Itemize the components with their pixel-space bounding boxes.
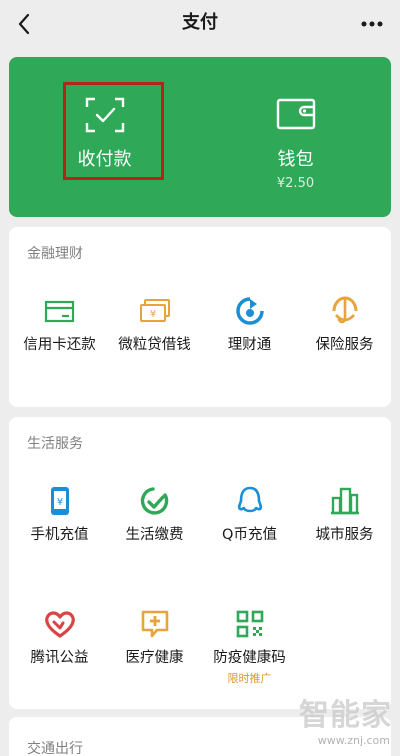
health-code-button[interactable]: 防疫健康码 限时推广 [202,606,297,690]
tencent-charity-label: 腾讯公益 [30,650,89,666]
collect-pay-label: 收付款 [77,149,132,170]
transport-title: 交通出行 [27,741,83,756]
pay-card: 收付款 钱包 ¥2.50 [9,57,391,217]
svg-text:¥: ¥ [149,309,155,320]
scan-check-icon [85,97,125,137]
city-icon [327,483,363,519]
medical-health-label: 医疗健康 [125,650,184,666]
watermark-url: www.znj.com [317,734,390,747]
mobile-topup-label: 手机充值 [30,527,89,543]
qcoin-topup-label: Q币充值 [222,527,277,543]
insurance-button[interactable]: 保险服务 [297,293,392,363]
page-title: 支付 [182,12,218,33]
licaitong-label: 理财通 [227,337,272,353]
utility-bills-label: 生活缴费 [125,527,184,543]
wealth-icon [232,293,268,329]
finance-panel: 金融理财 信用卡还款 ¥ 微粒贷借钱 理财通 保险服务 [9,227,391,407]
watermark-logo: 智能家 www.znj.com [290,698,400,756]
weilidai-label: 微粒贷借钱 [118,337,191,353]
wallet-icon [276,97,316,135]
credit-card-repay-button[interactable]: 信用卡还款 [12,293,107,363]
more-dots-icon[interactable] [358,12,386,36]
insurance-label: 保险服务 [315,337,374,353]
city-services-label: 城市服务 [315,527,374,543]
phone-icon: ¥ [42,483,78,519]
wallet-button[interactable]: 钱包 ¥2.50 [200,57,391,217]
wallet-label: 钱包 [277,149,314,170]
mobile-topup-button[interactable]: ¥ 手机充值 [12,483,107,553]
watermark-brand: 智能家 [299,698,392,733]
wallet-balance: ¥2.50 [276,176,315,191]
utility-bills-button[interactable]: 生活缴费 [107,483,202,553]
top-bar: 支付 [0,0,400,48]
credit-card-repay-label: 信用卡还款 [23,337,96,353]
credit-card-icon [42,293,78,329]
health-code-label: 防疫健康码 [213,650,286,666]
weilidai-button[interactable]: ¥ 微粒贷借钱 [107,293,202,363]
qcoin-topup-button[interactable]: Q币充值 [202,483,297,553]
collect-pay-button[interactable]: 收付款 [9,57,200,217]
promo-tag: 限时推广 [227,672,272,685]
cash-icon: ¥ [137,293,173,329]
bill-check-icon [137,483,173,519]
life-title: 生活服务 [27,436,83,452]
umbrella-icon [327,293,363,329]
qr-code-icon [232,606,268,642]
qq-icon [232,483,268,519]
medical-health-button[interactable]: 医疗健康 [107,606,202,676]
tencent-charity-button[interactable]: 腾讯公益 [12,606,107,676]
svg-text:¥: ¥ [56,497,62,508]
city-services-button[interactable]: 城市服务 [297,483,392,553]
medical-icon [137,606,173,642]
life-panel: 生活服务 ¥ 手机充值 生活缴费 Q币充值 城市服务 腾讯公益 医疗健康 防疫健… [9,417,391,709]
charity-heart-icon [42,606,78,642]
licaitong-button[interactable]: 理财通 [202,293,297,363]
finance-title: 金融理财 [27,246,83,262]
